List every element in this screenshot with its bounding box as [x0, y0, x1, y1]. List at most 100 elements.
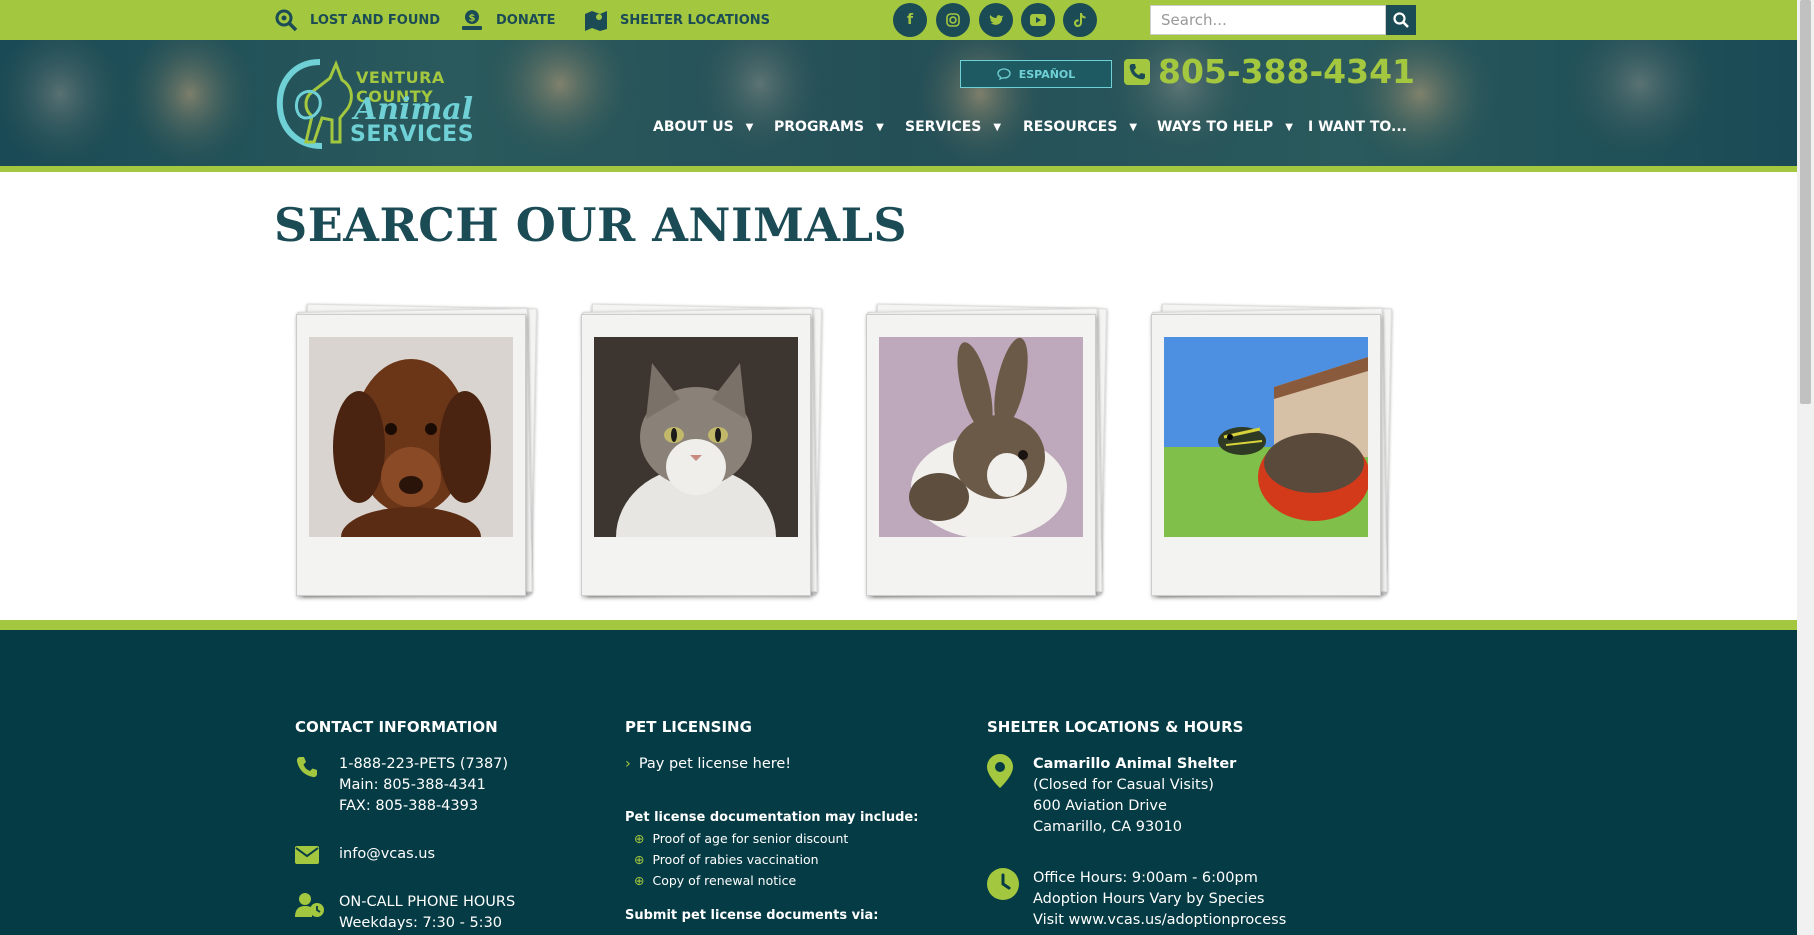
nav-i-want-to-label: I WANT TO... — [1308, 119, 1407, 135]
page-title: SEARCH OUR ANIMALS — [274, 198, 908, 252]
header-divider — [0, 166, 1797, 172]
site-logo[interactable]: VENTURA COUNTY Animal SERVICES — [274, 58, 474, 150]
nav-programs-label: PROGRAMS — [774, 119, 865, 135]
circle-plus-icon: ⊕ — [634, 873, 645, 888]
nav-services[interactable]: SERVICES ▼ — [905, 112, 1001, 142]
footer-divider — [0, 620, 1797, 630]
scrollbar-thumb[interactable] — [1800, 0, 1811, 404]
search-button[interactable] — [1386, 5, 1416, 35]
site-search — [1150, 5, 1416, 35]
cat-photo — [594, 337, 798, 537]
chevron-down-icon: ▼ — [993, 121, 1002, 133]
user-clock-icon — [295, 893, 324, 917]
nav-about-us-label: ABOUT US — [653, 119, 734, 135]
nav-i-want-to[interactable]: I WANT TO... — [1308, 112, 1407, 142]
contact-phone-block: 1-888-223-PETS (7387) Main: 805-388-4341… — [339, 754, 508, 817]
contact-heading: CONTACT INFORMATION — [295, 718, 498, 736]
submit-heading: Submit pet license documents via: — [625, 908, 879, 923]
nav-ways-to-help[interactable]: WAYS TO HELP ▼ — [1157, 112, 1293, 142]
animal-card-rabbit[interactable] — [866, 303, 1107, 601]
docs-heading: Pet license documentation may include: — [625, 810, 919, 825]
map-marker-icon — [987, 754, 1013, 788]
tiktok-icon[interactable] — [1063, 3, 1097, 37]
shelter-heading: SHELTER LOCATIONS & HOURS — [987, 718, 1244, 736]
utility-bar: LOST AND FOUND $ DONATE SHELTER LOCATION… — [0, 0, 1797, 40]
polaroid-frame — [296, 314, 526, 596]
header-phone[interactable]: 805-388-4341 — [1124, 52, 1415, 91]
svg-text:$: $ — [469, 13, 476, 24]
phone-number: 805-388-4341 — [1158, 52, 1416, 91]
facebook-icon[interactable]: f — [893, 3, 927, 37]
docs-item-1: ⊕ Proof of age for senior discount — [634, 831, 848, 846]
docs-item-label: Copy of renewal notice — [652, 873, 797, 888]
nav-programs[interactable]: PROGRAMS ▼ — [774, 112, 884, 142]
animal-card-turtle[interactable] — [1151, 303, 1392, 601]
logo-text-services: SERVICES — [350, 122, 475, 147]
circle-plus-icon: ⊕ — [634, 831, 645, 846]
phone-icon — [296, 757, 317, 778]
oncall-hours: Weekdays: 7:30 - 5:30 — [339, 915, 503, 931]
search-icon — [1393, 12, 1409, 28]
phone-icon — [1124, 58, 1150, 85]
map-pin-icon — [585, 11, 607, 31]
lost-and-found-link[interactable]: LOST AND FOUND — [274, 0, 440, 40]
pay-license-label: Pay pet license here! — [638, 756, 792, 772]
nav-resources[interactable]: RESOURCES ▼ — [1023, 112, 1137, 142]
search-input[interactable] — [1150, 5, 1386, 35]
polaroid-frame — [866, 314, 1096, 596]
oncall-heading: ON-CALL PHONE HOURS — [339, 894, 516, 910]
clock-icon — [987, 868, 1019, 900]
shelter-hours-block: Office Hours: 9:00am - 6:00pm Adoption H… — [1033, 868, 1286, 931]
circle-plus-icon: ⊕ — [634, 852, 645, 867]
donate-label: DONATE — [496, 12, 556, 28]
docs-item-2: ⊕ Proof of rabies vaccination — [634, 852, 819, 867]
rabbit-photo — [879, 337, 1083, 537]
adoption-hours: Adoption Hours Vary by Species — [1033, 891, 1265, 907]
lost-and-found-label: LOST AND FOUND — [310, 12, 441, 28]
shelter-locations-label: SHELTER LOCATIONS — [620, 12, 771, 28]
nav-services-label: SERVICES — [905, 119, 982, 135]
site-header — [0, 40, 1797, 168]
youtube-icon[interactable] — [1021, 3, 1055, 37]
docs-item-label: Proof of rabies vaccination — [652, 852, 819, 867]
animal-card-dog[interactable] — [296, 303, 537, 601]
shelter-street: 600 Aviation Drive — [1033, 798, 1167, 814]
nav-about-us[interactable]: ABOUT US ▼ — [653, 112, 753, 142]
contact-phone-main[interactable]: Main: 805-388-4341 — [339, 775, 508, 796]
site-footer: CONTACT INFORMATION 1-888-223-PETS (7387… — [0, 630, 1797, 935]
licensing-heading: PET LICENSING — [625, 718, 752, 736]
chevron-down-icon: ▼ — [1129, 121, 1138, 133]
polaroid-frame — [581, 314, 811, 596]
nav-ways-to-help-label: WAYS TO HELP — [1157, 119, 1274, 135]
polaroid-frame — [1151, 314, 1381, 596]
donate-hand-icon: $ — [462, 10, 482, 30]
chevron-right-icon: › — [625, 756, 631, 772]
chevron-down-icon: ▼ — [876, 121, 884, 133]
contact-email[interactable]: info@vcas.us — [339, 844, 435, 865]
chevron-down-icon: ▼ — [745, 121, 754, 133]
chevron-down-icon: ▼ — [1285, 121, 1293, 133]
donate-link[interactable]: $ DONATE — [460, 0, 556, 40]
shelter-note: (Closed for Casual Visits) — [1033, 777, 1214, 793]
contact-phone-1[interactable]: 1-888-223-PETS (7387) — [339, 754, 508, 775]
espanol-label: ESPAÑOL — [1018, 67, 1076, 81]
docs-item-3: ⊕ Copy of renewal notice — [634, 873, 796, 888]
shelter-city: Camarillo, CA 93010 — [1033, 819, 1182, 835]
docs-item-label: Proof of age for senior discount — [652, 831, 849, 846]
shelter-address-block: Camarillo Animal Shelter (Closed for Cas… — [1033, 754, 1236, 838]
pets-banner-background — [0, 40, 1720, 168]
dog-photo — [309, 337, 513, 537]
envelope-icon — [295, 846, 319, 864]
instagram-icon[interactable] — [936, 3, 970, 37]
shelter-locations-link[interactable]: SHELTER LOCATIONS — [584, 0, 770, 40]
animal-card-cat[interactable] — [581, 303, 822, 601]
office-hours: Office Hours: 9:00am - 6:00pm — [1033, 870, 1258, 886]
contact-fax: FAX: 805-388-4393 — [339, 798, 479, 814]
turtle-photo — [1164, 337, 1368, 537]
nav-resources-label: RESOURCES — [1023, 119, 1118, 135]
pay-license-link[interactable]: › Pay pet license here! — [625, 754, 791, 775]
adoption-process-link[interactable]: Visit www.vcas.us/adoptionprocess — [1033, 910, 1286, 931]
twitter-icon[interactable] — [979, 3, 1013, 37]
shelter-name: Camarillo Animal Shelter — [1033, 756, 1237, 772]
espanol-button[interactable]: ESPAÑOL — [960, 60, 1112, 88]
